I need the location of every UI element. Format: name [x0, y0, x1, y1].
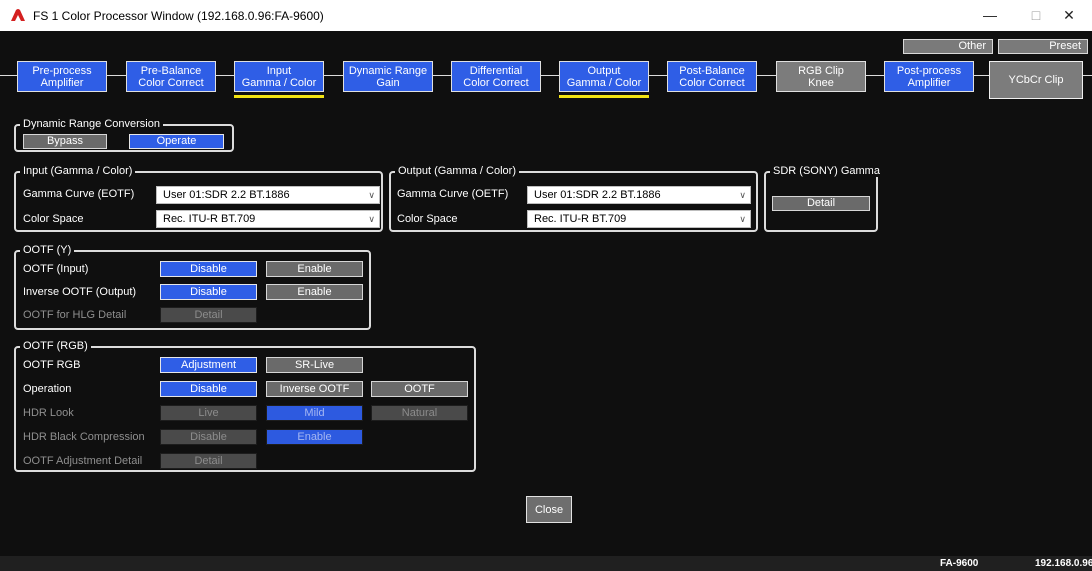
hdr-look-mild-button[interactable]: Mild	[266, 405, 363, 421]
group-title: OOTF (RGB)	[20, 340, 91, 352]
gamma-curve-eotf-select[interactable]: User 01:SDR 2.2 BT.1886 ∨	[156, 186, 380, 204]
app-logo-icon	[11, 9, 25, 21]
bypass-button[interactable]: Bypass	[23, 134, 107, 149]
gamma-curve-eotf-label: Gamma Curve (EOTF)	[23, 188, 135, 200]
chevron-down-icon: ∨	[368, 190, 375, 200]
select-value: User 01:SDR 2.2 BT.1886	[163, 189, 290, 201]
ootf-hlg-detail-button[interactable]: Detail	[160, 307, 257, 323]
pipeline-differential-color-correct[interactable]: Differential Color Correct	[451, 61, 541, 92]
pipeline-output-gamma-color[interactable]: Output Gamma / Color	[559, 61, 649, 92]
pipeline-label: RGB Clip Knee	[798, 64, 844, 89]
pipeline-label: Pre-process Amplifier	[32, 64, 92, 89]
pipeline-label: Differential Color Correct	[463, 64, 529, 89]
input-gamma-color-group: Input (Gamma / Color) Gamma Curve (EOTF)…	[14, 165, 383, 232]
ootf-rgb-group: OOTF (RGB) OOTF RGB Adjustment SR-Live O…	[14, 340, 476, 472]
other-button[interactable]: Other	[903, 39, 993, 54]
pipeline-label: Dynamic Range Gain	[348, 64, 428, 89]
pipeline-input-gamma-color[interactable]: Input Gamma / Color	[234, 61, 324, 92]
pipeline-label: Pre-Balance Color Correct	[138, 64, 204, 89]
selected-indicator	[559, 95, 649, 98]
ootf-rgb-label: OOTF RGB	[23, 359, 81, 371]
device-model: FA-9600	[940, 558, 979, 569]
pipeline-ycbcr-clip[interactable]: YCbCr Clip	[989, 61, 1083, 99]
pipeline-post-balance-color-correct[interactable]: Post-Balance Color Correct	[667, 61, 757, 92]
ootf-input-enable-button[interactable]: Enable	[266, 261, 363, 277]
ootf-y-group: OOTF (Y) OOTF (Input) Disable Enable Inv…	[14, 244, 371, 330]
hdr-look-live-button[interactable]: Live	[160, 405, 257, 421]
status-bar: FA-9600 192.168.0.96	[0, 556, 1092, 571]
minimize-button[interactable]: —	[967, 0, 1013, 31]
chevron-down-icon: ∨	[739, 190, 746, 200]
operation-ootf-button[interactable]: OOTF	[371, 381, 468, 397]
ootf-input-label: OOTF (Input)	[23, 263, 89, 275]
selected-indicator	[234, 95, 324, 98]
inverse-ootf-label: Inverse OOTF (Output)	[23, 286, 137, 298]
input-color-space-select[interactable]: Rec. ITU-R BT.709 ∨	[156, 210, 380, 228]
select-value: Rec. ITU-R BT.709	[534, 213, 627, 225]
ootf-hlg-detail-label: OOTF for HLG Detail	[23, 309, 127, 321]
chevron-down-icon: ∨	[739, 214, 746, 224]
black-compression-enable-button[interactable]: Enable	[266, 429, 363, 445]
pipeline-label: YCbCr Clip	[1008, 74, 1064, 86]
group-title: Output (Gamma / Color)	[395, 165, 519, 177]
output-color-space-select[interactable]: Rec. ITU-R BT.709 ∨	[527, 210, 751, 228]
color-space-label: Color Space	[23, 213, 84, 225]
sdr-sony-gamma-group: SDR (SONY) Gamma Detail	[764, 165, 883, 232]
pipeline-rgb-clip-knee[interactable]: RGB Clip Knee	[776, 61, 866, 92]
hdr-look-label: HDR Look	[23, 407, 74, 419]
pipeline-pre-process-amplifier[interactable]: Pre-process Amplifier	[17, 61, 107, 92]
close-window-button[interactable]: ✕	[1046, 0, 1092, 31]
group-title: SDR (SONY) Gamma	[770, 165, 883, 177]
operation-label: Operation	[23, 383, 72, 395]
pipeline-pre-balance-color-correct[interactable]: Pre-Balance Color Correct	[126, 61, 216, 92]
operation-inverse-ootf-button[interactable]: Inverse OOTF	[266, 381, 363, 397]
color-space-label: Color Space	[397, 213, 458, 225]
group-title: Dynamic Range Conversion	[20, 118, 163, 130]
black-compression-disable-button[interactable]: Disable	[160, 429, 257, 445]
ootf-adjustment-detail-label: OOTF Adjustment Detail	[23, 455, 143, 467]
pipeline-label: Post-Balance Color Correct	[679, 64, 745, 89]
hdr-black-compression-label: HDR Black Compression	[23, 431, 145, 443]
operate-button[interactable]: Operate	[129, 134, 224, 149]
pipeline-dynamic-range-gain[interactable]: Dynamic Range Gain	[343, 61, 433, 92]
output-gamma-color-group: Output (Gamma / Color) Gamma Curve (OETF…	[389, 165, 758, 232]
window-title: FS 1 Color Processor Window (192.168.0.9…	[33, 9, 324, 23]
pipeline-post-process-amplifier[interactable]: Post-process Amplifier	[884, 61, 974, 92]
dynamic-range-conversion-group: Dynamic Range Conversion Bypass Operate	[14, 118, 234, 152]
preset-button[interactable]: Preset	[998, 39, 1088, 54]
gamma-curve-oetf-label: Gamma Curve (OETF)	[397, 188, 509, 200]
pipeline-label: Output Gamma / Color	[566, 64, 642, 89]
group-title: OOTF (Y)	[20, 244, 75, 256]
inverse-ootf-disable-button[interactable]: Disable	[160, 284, 257, 300]
close-button[interactable]: Close	[526, 496, 572, 523]
ootf-adjustment-detail-button[interactable]: Detail	[160, 453, 257, 469]
pipeline-label: Input Gamma / Color	[241, 64, 317, 89]
select-value: User 01:SDR 2.2 BT.1886	[534, 189, 661, 201]
device-ip: 192.168.0.96	[1035, 558, 1092, 569]
ootf-input-disable-button[interactable]: Disable	[160, 261, 257, 277]
sdr-detail-button[interactable]: Detail	[772, 196, 870, 211]
chevron-down-icon: ∨	[368, 214, 375, 224]
pipeline-label: Post-process Amplifier	[896, 64, 962, 89]
title-bar: FS 1 Color Processor Window (192.168.0.9…	[0, 0, 1092, 31]
operation-disable-button[interactable]: Disable	[160, 381, 257, 397]
hdr-look-natural-button[interactable]: Natural	[371, 405, 468, 421]
sr-live-button[interactable]: SR-Live	[266, 357, 363, 373]
select-value: Rec. ITU-R BT.709	[163, 213, 256, 225]
gamma-curve-oetf-select[interactable]: User 01:SDR 2.2 BT.1886 ∨	[527, 186, 751, 204]
main-panel: Other Preset Pre-process Amplifier Pre-B…	[0, 31, 1092, 556]
group-title: Input (Gamma / Color)	[20, 165, 136, 177]
inverse-ootf-enable-button[interactable]: Enable	[266, 284, 363, 300]
adjustment-button[interactable]: Adjustment	[160, 357, 257, 373]
